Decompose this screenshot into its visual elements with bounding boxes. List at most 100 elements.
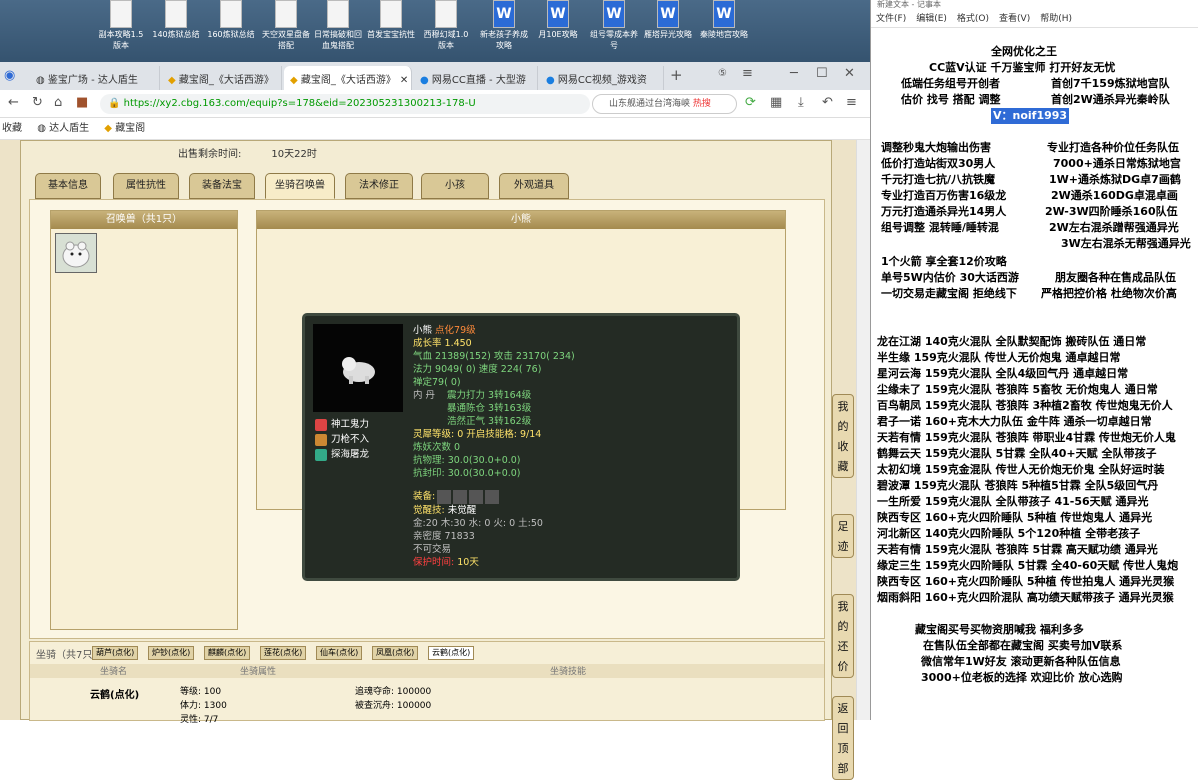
desktop-icon[interactable]: W 新老孩子养成攻略 xyxy=(478,0,530,51)
expiry-label: 出售剩余时间: xyxy=(178,149,242,160)
bookmark-item[interactable]: 收藏 xyxy=(2,123,22,134)
grid-icon[interactable]: ▦ xyxy=(770,95,782,110)
desktop-icon[interactable]: 天空双星盘备搭配 xyxy=(260,0,312,51)
mount-stamina: 体力: 1300 xyxy=(180,701,227,711)
mount-tab[interactable]: 凤凰(点化) xyxy=(372,646,419,660)
summons-list: 召唤兽（共1只） xyxy=(50,210,238,630)
footprint-button[interactable]: 足迹 xyxy=(832,514,854,558)
wallet-icon[interactable]: ■ xyxy=(76,95,88,110)
mount-tab[interactable]: 葫芦(点化) xyxy=(92,646,139,660)
treasure-icon: ◆ xyxy=(290,75,301,86)
notepad-line: 缘定三生 159克火四阶睡队 5甘霖 全40-60天赋 传世人鬼炮 xyxy=(877,559,1179,572)
bookmark-item[interactable]: 藏宝阁 xyxy=(115,123,145,134)
tab-4[interactable]: ● 网易CC直播 - 大型游 xyxy=(414,66,538,90)
reload-icon[interactable]: ↻ xyxy=(32,95,43,110)
inner-core-label: 内 丹 xyxy=(413,390,436,401)
menu-edit[interactable]: 编辑(E) xyxy=(916,14,947,24)
my-favorites-button[interactable]: 我的收藏 xyxy=(832,394,854,478)
tab-5[interactable]: ● 网易CC视频_游戏资 xyxy=(540,66,664,90)
equip-slot[interactable] xyxy=(485,489,500,504)
mount-tab[interactable]: 仙车(点化) xyxy=(316,646,363,660)
desktop-icon[interactable]: 160炼狱总结 xyxy=(205,0,257,40)
menu-view[interactable]: 查看(V) xyxy=(999,14,1030,24)
tab-attributes[interactable]: 属性抗性 xyxy=(113,173,179,199)
mount-tab[interactable]: 莲花(点化) xyxy=(260,646,307,660)
tab-basic-info[interactable]: 基本信息 xyxy=(35,173,101,199)
sale-expiry: 出售剩余时间: 10天22时 xyxy=(178,145,317,160)
desktop-icon[interactable]: W 组号零成本养号 xyxy=(588,0,640,51)
download-icon[interactable]: ⤓ xyxy=(798,95,804,110)
more-icon[interactable]: ≡ xyxy=(846,95,857,110)
notepad-line: 半生缘 159克火混队 传世人无价炮鬼 通卓越日常 xyxy=(877,351,1121,364)
document-file-icon xyxy=(220,0,242,28)
resist-seal: 抗封印: 30.0(30.0+0.0) xyxy=(413,468,521,479)
resist-physical: 抗物理: 30.0(30.0+0.0) xyxy=(413,455,521,466)
desktop-icon[interactable]: W 雁塔异光攻略 xyxy=(642,0,694,40)
bookmark-item[interactable]: 达人盾生 xyxy=(49,123,89,134)
menu-icon[interactable]: ≡ xyxy=(742,66,753,81)
desktop-icon[interactable]: 西穆幻域1.0版本 xyxy=(420,0,472,51)
tab-spell-modifiers[interactable]: 法术修正 xyxy=(345,173,413,199)
tab-mount-summons[interactable]: 坐骑召唤兽 xyxy=(265,173,335,199)
tab-2[interactable]: ◆ 藏宝阁_《大话西游》 xyxy=(162,66,282,90)
desktop-icon[interactable]: 140炼狱总结 xyxy=(150,0,202,40)
desktop-icon[interactable]: W 秦陵地宫攻略 xyxy=(698,0,750,40)
maximize-icon[interactable]: ☐ xyxy=(816,66,828,81)
close-tab-icon[interactable]: ✕ xyxy=(400,75,408,86)
search-field[interactable]: 山东舰通过台湾海峡 热搜 xyxy=(592,94,737,114)
new-tab-icon[interactable]: + xyxy=(670,66,683,84)
col-attr: 坐骑属性 xyxy=(240,667,277,677)
desktop-icon-label: 秦陵地宫攻略 xyxy=(700,30,748,39)
desktop-icon[interactable]: W 月10E攻略 xyxy=(532,0,584,40)
menu-help[interactable]: 帮助(H) xyxy=(1040,14,1072,24)
word-file-icon: W xyxy=(603,0,625,28)
close-window-icon[interactable]: ✕ xyxy=(844,66,855,81)
polar-bear-icon xyxy=(62,241,90,268)
notepad-line: 微信常年1W好友 滚动更新各种队伍信息 xyxy=(921,655,1121,668)
mounts-section: 坐骑（共7只） 葫芦(点化) 炉钞(点化) 麒麟(点化) 莲花(点化) 仙车(点… xyxy=(29,641,825,725)
menu-file[interactable]: 文件(F) xyxy=(876,14,906,24)
document-file-icon xyxy=(110,0,132,28)
mount-tab[interactable]: 炉钞(点化) xyxy=(148,646,195,660)
undo-icon[interactable]: ↶ xyxy=(822,95,833,110)
tab-1[interactable]: ◍ 鉴宝广场 - 达人盾生 xyxy=(30,66,160,90)
desktop-icon-label: 首发宝宝抗性 xyxy=(367,30,415,39)
notepad-line: 天若有情 159克火混队 苍狼阵 5甘霖 高天赋功绩 通异光 xyxy=(877,543,1158,556)
mount-tab-active[interactable]: 云鹤(点化) xyxy=(428,646,475,660)
page-scrollbar[interactable] xyxy=(856,140,870,720)
my-bargain-button[interactable]: 我的还价 xyxy=(832,594,854,678)
back-icon[interactable]: ← xyxy=(8,95,19,110)
desktop-icon-label: 160炼狱总结 xyxy=(207,30,255,39)
extension-icon[interactable]: ⟳ xyxy=(745,95,756,110)
notepad-line: 陕西专区 160+克火四阶睡队 5种植 传世炮鬼人 通异光 xyxy=(877,511,1153,524)
notepad-line: 估价 找号 搭配 调整 xyxy=(901,93,1001,106)
notepad-line: 千元打造七抗/八抗铁魔 xyxy=(881,173,996,186)
refine-count: 炼妖次数 0 xyxy=(413,442,461,453)
tab-3-active[interactable]: ◆ 藏宝阁_《大话西游》 ✕ xyxy=(284,66,412,90)
pet-thumbnail[interactable] xyxy=(55,233,97,273)
home-icon[interactable]: ⌂ xyxy=(54,95,62,110)
back-to-top-button[interactable]: 返回顶部 xyxy=(832,696,854,780)
skill-icon xyxy=(315,448,327,461)
notepad-line: 一生所爱 159克火混队 全队带孩子 41-56天赋 通异光 xyxy=(877,495,1149,508)
desktop-icon[interactable]: 首发宝宝抗性 xyxy=(365,0,417,40)
bookmark-bar: 收藏 ◍ 达人盾生 ◆ 藏宝阁 xyxy=(0,118,870,140)
search-text: 山东舰通过台湾海峡 xyxy=(609,99,691,109)
minimize-icon[interactable]: ─ xyxy=(790,66,798,81)
mount-skill-attr: 追魂夺命: 100000 xyxy=(355,687,432,697)
tab-child[interactable]: 小孩 xyxy=(421,173,489,199)
equip-label: 装备: xyxy=(413,491,436,502)
tab-count-icon[interactable]: ⑤ xyxy=(718,68,727,79)
notepad-line: 首创7千159炼狱地宫队 xyxy=(1051,77,1170,90)
desktop-icon[interactable]: 日常搞破和回血鬼搭配 xyxy=(312,0,364,51)
menu-format[interactable]: 格式(O) xyxy=(957,14,989,24)
desktop-icon[interactable]: 副本攻略1.5版本 xyxy=(95,0,147,51)
word-file-icon: W xyxy=(547,0,569,28)
notepad-window: 新建文本 - 记事本 文件(F) 编辑(E) 格式(O) 查看(V) 帮助(H) 全网优… xyxy=(870,0,1198,720)
url-field[interactable]: 🔒 https://xy2.cbg.163.com/equip?s=178&ei… xyxy=(100,94,590,114)
tab-equipment[interactable]: 装备法宝 xyxy=(189,173,255,199)
mount-tab[interactable]: 麒麟(点化) xyxy=(204,646,251,660)
tab-appearance[interactable]: 外观道具 xyxy=(499,173,569,199)
polar-bear-icon xyxy=(342,357,375,384)
desktop-icon-label: 日常搞破和回血鬼搭配 xyxy=(314,30,362,50)
